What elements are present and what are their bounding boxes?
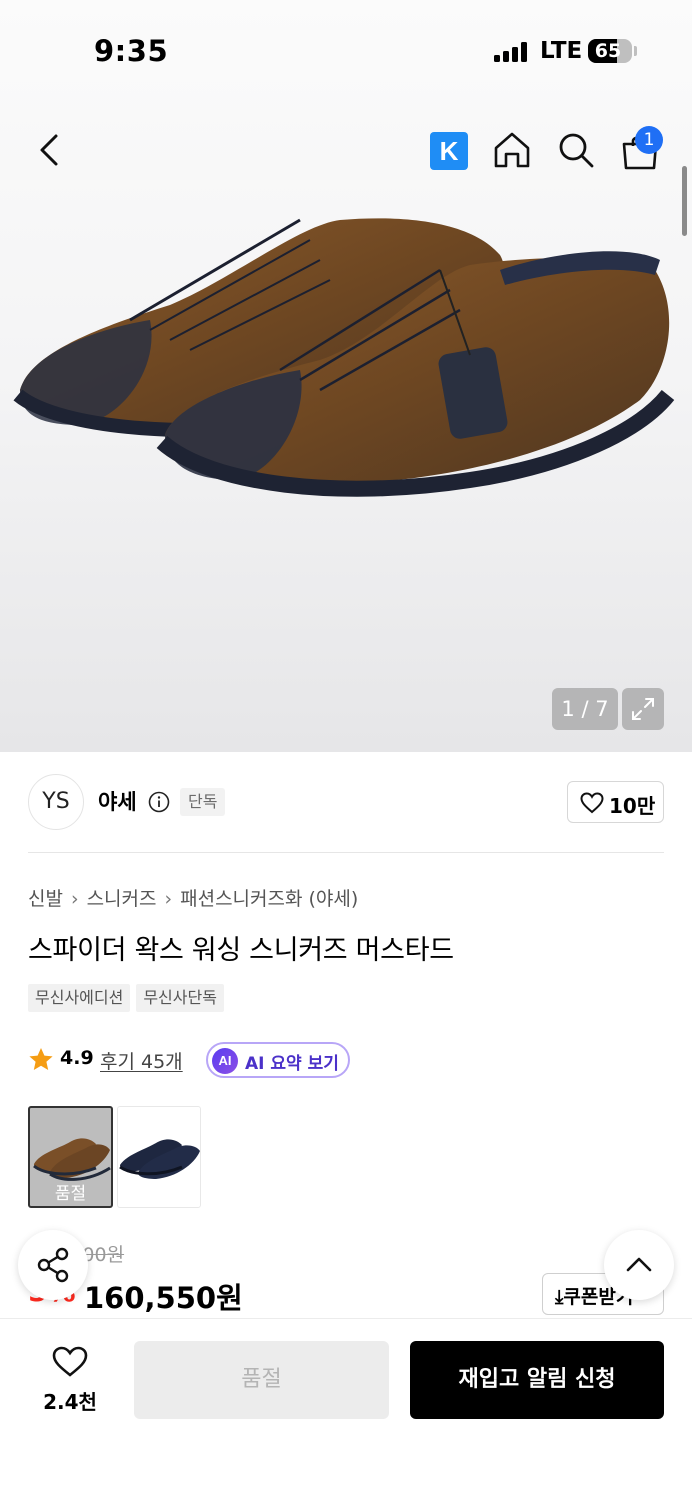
scrollbar[interactable] — [682, 166, 687, 236]
brand-logo[interactable]: YS — [28, 774, 84, 830]
status-bar: 9:35 LTE 65 — [0, 0, 692, 100]
share-button[interactable] — [18, 1230, 88, 1300]
breadcrumb: 신발 › 스니커즈 › 패션스니커즈화 (야세) — [28, 884, 358, 911]
image-page-indicator: 1 / 7 — [552, 688, 618, 730]
breadcrumb-item[interactable]: 신발 — [28, 888, 63, 910]
heart-icon — [580, 792, 604, 814]
rating-value: 4.9 — [60, 1047, 94, 1069]
option-thumbnail-navy[interactable] — [117, 1106, 201, 1208]
chevron-up-icon — [626, 1257, 652, 1272]
chevron-right-icon: › — [164, 888, 173, 910]
breadcrumb-item[interactable]: 스니커즈 — [87, 888, 157, 910]
review-count-link[interactable]: 후기 45개 — [100, 1047, 183, 1074]
ai-summary-button[interactable]: AI AI 요약 보기 — [206, 1042, 350, 1078]
brand-name[interactable]: 야세 — [98, 786, 137, 816]
brand-like-button[interactable]: 10만 — [567, 781, 664, 823]
k-badge-icon[interactable]: K — [430, 132, 468, 170]
wishlist-count: 2.4천 — [43, 1390, 97, 1414]
battery-icon: 65 — [588, 39, 632, 63]
divider — [28, 852, 664, 853]
cart-count-badge: 1 — [635, 126, 663, 154]
scroll-to-top-button[interactable] — [604, 1230, 674, 1300]
star-icon — [29, 1048, 53, 1070]
signal-icon — [494, 42, 530, 62]
info-icon[interactable] — [148, 791, 170, 813]
status-time: 9:35 — [94, 34, 169, 68]
option-status: 품절 — [54, 1184, 87, 1204]
soldout-button: 품절 — [134, 1341, 389, 1419]
top-navigation: K — [0, 120, 692, 180]
option-image — [119, 1139, 200, 1179]
tag: 무신사단독 — [136, 984, 224, 1012]
battery-level: 65 — [594, 40, 622, 62]
product-tags: 무신사에디션 무신사단독 — [28, 984, 224, 1012]
wishlist-button[interactable]: 2.4천 — [30, 1342, 110, 1418]
home-icon[interactable] — [492, 130, 532, 170]
chevron-right-icon: › — [70, 888, 79, 910]
option-thumbnail-mustard[interactable]: 품절 — [28, 1106, 113, 1208]
tag: 무신사에디션 — [28, 984, 131, 1012]
product-title: 스파이더 왁스 워싱 스니커즈 머스타드 — [28, 935, 454, 966]
heart-icon — [52, 1346, 88, 1377]
ai-summary-label: AI 요약 보기 — [245, 1054, 339, 1074]
product-gallery[interactable]: K 1 1 / 7 — [0, 0, 692, 752]
brand-like-count: 10만 — [609, 794, 656, 818]
sale-price: 160,550원 — [84, 1281, 243, 1315]
expand-icon[interactable] — [622, 688, 664, 730]
rating-row: 4.9 후기 45개 AI AI 요약 보기 — [28, 1042, 428, 1078]
search-icon[interactable] — [556, 130, 596, 170]
ai-icon: AI — [212, 1048, 238, 1074]
battery-tip — [634, 46, 637, 56]
share-icon — [37, 1247, 69, 1283]
exclusive-badge: 단독 — [180, 788, 226, 816]
network-type: LTE — [540, 38, 583, 64]
product-image[interactable] — [0, 180, 692, 520]
breadcrumb-item[interactable]: 패션스니커즈화 (야세) — [180, 888, 358, 910]
restock-alert-button[interactable]: 재입고 알림 신청 — [410, 1341, 664, 1419]
back-arrow-icon[interactable] — [34, 132, 66, 168]
